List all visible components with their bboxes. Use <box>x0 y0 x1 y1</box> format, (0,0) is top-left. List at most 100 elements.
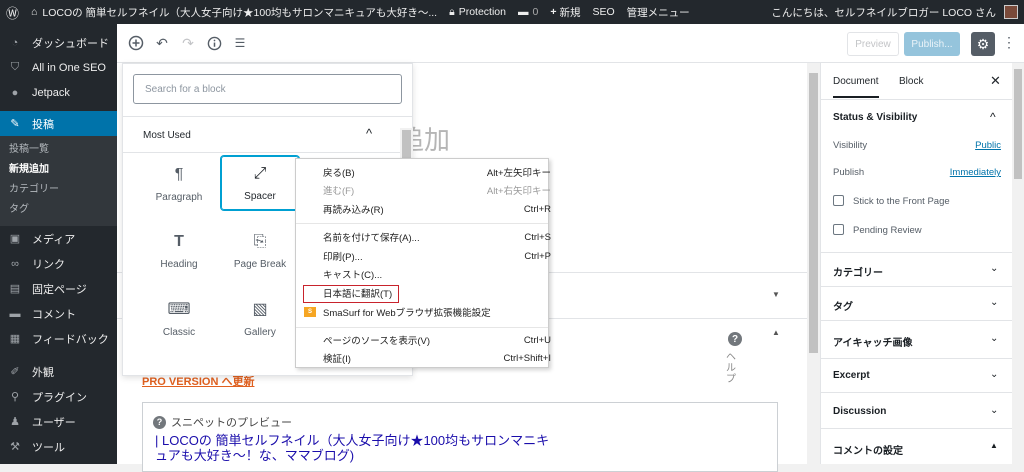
sidebar-item-comments[interactable]: ▬ コメント <box>0 301 117 326</box>
sidebar-item-all-in-one-seo[interactable]: ⛉ All in One SEO <box>0 55 117 80</box>
chevron-up-icon: ▲ <box>990 441 998 450</box>
sidebar-item-media[interactable]: ▣ メディア <box>0 226 117 251</box>
submenu-all-posts[interactable]: 投稿一覧 <box>0 140 117 160</box>
smasurf-icon: S <box>304 307 316 317</box>
close-icon[interactable]: ✕ <box>990 73 1001 89</box>
sidebar-item-pages[interactable]: ▤ 固定ページ <box>0 276 117 301</box>
protection-link[interactable]: 🔒︎ Protection <box>443 0 512 24</box>
account-link[interactable]: こんにちは、セルフネイルブロガー LOCO さん <box>765 0 1024 24</box>
preview-button[interactable]: Preview <box>847 32 899 56</box>
sidebar-item-tools[interactable]: ⚒ ツール <box>0 434 117 459</box>
undo-icon: ↶ <box>156 34 168 51</box>
undo-button[interactable]: ↶ <box>153 34 171 52</box>
sidebar-item-links[interactable]: ∞ リンク <box>0 251 117 276</box>
menu-item-view-source[interactable]: ページのソースを表示(V) Ctrl+U <box>323 333 551 348</box>
menu-item-shortcut: Ctrl+S <box>524 231 551 243</box>
block-search-input[interactable]: Search for a block <box>133 74 402 104</box>
menu-item-label: 戻る(B) <box>323 168 355 179</box>
block-heading[interactable]: T Heading <box>140 224 218 278</box>
seo-link[interactable]: SEO <box>586 0 620 24</box>
pending-label: Pending Review <box>853 225 922 236</box>
categories-panel[interactable]: カテゴリー ⌄ <box>821 253 1013 287</box>
page-scrollbar[interactable] <box>1012 63 1024 464</box>
menu-item-shortcut: Alt+左矢印キー <box>486 168 551 179</box>
submenu-categories[interactable]: カテゴリー <box>0 180 117 200</box>
more-menu-button[interactable]: ⋮ <box>1002 34 1016 51</box>
menu-item-inspect[interactable]: 検証(I) Ctrl+Shift+I <box>323 351 551 366</box>
comments-link[interactable]: ▬ 0 <box>512 0 544 24</box>
help-icon[interactable]: ? <box>153 415 166 429</box>
sidebar-item-plugins[interactable]: ⚲ プラグイン <box>0 384 117 409</box>
sidebar-item-label: ユーザー <box>32 416 76 429</box>
chevron-down-icon: ⌄ <box>990 333 999 344</box>
help-icon[interactable]: ? <box>728 332 742 346</box>
sidebar-item-label: Jetpack <box>32 86 70 99</box>
tab-block[interactable]: Block <box>899 76 923 87</box>
greeting: こんにちは、セルフネイルブロガー LOCO さん <box>771 6 996 19</box>
editor-scrollbar[interactable] <box>807 63 820 464</box>
chevron-up-icon[interactable]: ^ <box>366 126 372 141</box>
publish-value[interactable]: Immediately <box>950 167 1001 178</box>
wordpress-icon[interactable]: Ⓦ <box>0 0 25 24</box>
sidebar-item-dashboard[interactable]: ◔ ダッシュボード <box>0 30 117 55</box>
tags-panel[interactable]: タグ ⌄ <box>821 287 1013 321</box>
chevron-down-icon: ⌄ <box>990 263 999 274</box>
outline-button[interactable]: ☰ <box>231 34 249 52</box>
stick-checkbox[interactable] <box>833 195 844 206</box>
scrollbar-thumb[interactable] <box>1014 69 1022 179</box>
media-icon: ▣ <box>9 233 21 245</box>
help-label: ヘルプ <box>726 352 736 385</box>
block-paragraph[interactable]: ¶ Paragraph <box>140 157 218 211</box>
sidebar-item-feedback[interactable]: ▦ フィードバック <box>0 326 117 351</box>
sidebar-item-label: 固定ページ <box>32 283 87 296</box>
comment-settings-panel[interactable]: コメントの設定 ▲ <box>821 429 1013 464</box>
chevron-up-icon[interactable]: ▲ <box>772 328 780 337</box>
block-label: Page Break <box>233 258 287 270</box>
sidebar-item-posts[interactable]: ✎ 投稿 <box>0 111 117 136</box>
admin-menu-link[interactable]: 管理メニュー <box>621 0 696 24</box>
block-classic[interactable]: ⌨ Classic <box>140 291 218 345</box>
pending-checkbox[interactable] <box>833 224 844 235</box>
menu-item-label: SmaSurf for Webブラウザ拡張機能設定 <box>323 308 491 319</box>
menu-item-smasurf[interactable]: SmaSurf for Webブラウザ拡張機能設定 <box>323 305 551 319</box>
submenu-tags[interactable]: タグ <box>0 200 117 220</box>
scrollbar-thumb[interactable] <box>402 130 411 160</box>
tab-document[interactable]: Document <box>833 76 879 98</box>
excerpt-panel[interactable]: Excerpt ⌄ <box>821 359 1013 393</box>
block-page-break[interactable]: ⎘ Page Break <box>221 224 299 278</box>
menu-item-save-as[interactable]: 名前を付けて保存(A)... Ctrl+S <box>323 230 551 245</box>
discussion-panel[interactable]: Discussion ⌄ <box>821 393 1013 429</box>
visibility-value[interactable]: Public <box>975 140 1001 151</box>
menu-item-cast[interactable]: キャスト(C)... <box>323 267 551 281</box>
site-name-link[interactable]: ⌂ LOCOの 簡単セルフネイル（大人女子向け★100均もサロンマニキュアも大好… <box>25 0 443 24</box>
sidebar-item-appearance[interactable]: ✐ 外観 <box>0 359 117 384</box>
protection-label: Protection <box>458 6 506 18</box>
scrollbar-thumb[interactable] <box>809 73 818 353</box>
block-spacer[interactable]: ⤢ Spacer <box>221 156 299 210</box>
sidebar-item-users[interactable]: ♟ ユーザー <box>0 409 117 434</box>
status-visibility-title[interactable]: Status & Visibility <box>833 112 917 123</box>
redo-button[interactable]: ↷ <box>179 34 197 52</box>
add-block-button[interactable] <box>127 34 145 52</box>
chevron-down-icon[interactable]: ▼ <box>772 290 780 299</box>
info-button[interactable] <box>205 34 223 52</box>
menu-item-print[interactable]: 印刷(P)... Ctrl+P <box>323 249 551 264</box>
sidebar-item-jetpack[interactable]: ● Jetpack <box>0 80 117 105</box>
panel-title: カテゴリー <box>833 268 883 279</box>
most-used-title[interactable]: Most Used <box>143 130 191 141</box>
publish-label: Publish <box>833 167 865 178</box>
sidebar-item-label: フィードバック <box>32 333 109 346</box>
sidebar-item-label: プラグイン <box>32 391 87 404</box>
menu-item-reload[interactable]: 再読み込み(R) Ctrl+R <box>323 202 551 217</box>
submenu-add-new[interactable]: 新規追加 <box>0 160 117 180</box>
heading-icon: T <box>174 232 184 250</box>
featured-image-panel[interactable]: アイキャッチ画像 ⌄ <box>821 321 1013 359</box>
settings-button[interactable]: ⚙ <box>971 32 995 56</box>
menu-item-back[interactable]: 戻る(B) Alt+左矢印キー <box>323 165 551 179</box>
settings-sidebar: Document Block ✕ Status & Visibility ^ V… <box>820 63 1013 464</box>
chevron-up-icon[interactable]: ^ <box>990 110 996 124</box>
block-gallery[interactable]: ▧ Gallery <box>221 291 299 345</box>
page-icon: ▤ <box>9 283 21 295</box>
new-content-link[interactable]: + 新規 <box>544 0 586 24</box>
publish-button[interactable]: Publish... <box>904 32 960 56</box>
